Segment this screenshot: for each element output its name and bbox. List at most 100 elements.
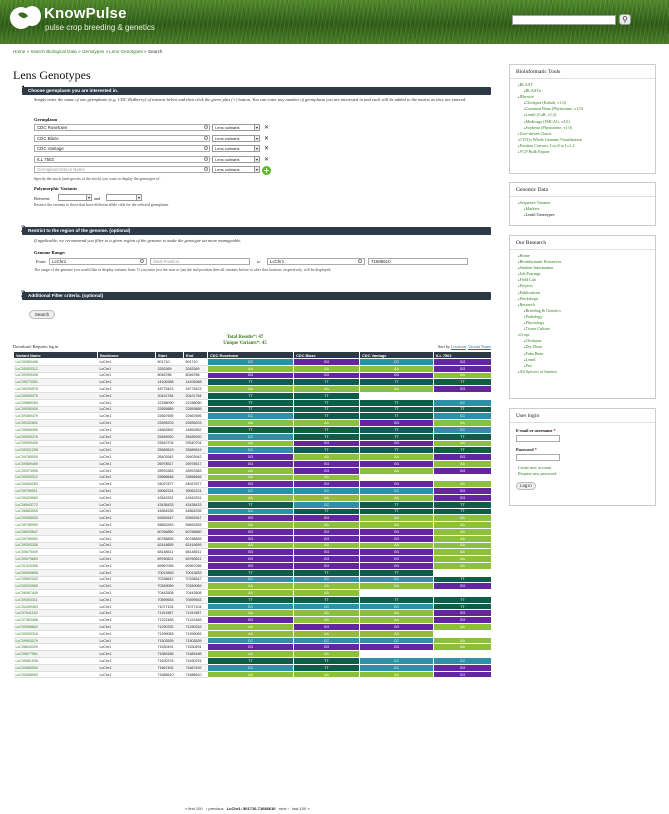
variant-name-link[interactable]: LcC09332692 (13, 419, 98, 427)
username-input[interactable] (516, 435, 560, 442)
variant-name-link[interactable]: LcC07063456 (13, 616, 98, 625)
site-search-button[interactable]: ⚲ (619, 14, 631, 25)
search-button[interactable]: Search (29, 310, 55, 319)
species-select[interactable]: Lens culinaris ▾ (212, 124, 260, 131)
variant-name-link[interactable]: LcC06929847 (13, 528, 98, 536)
login-button[interactable]: Log in (516, 482, 536, 490)
variant-name-link[interactable]: LcC09769962 (13, 535, 98, 543)
variant-name-link[interactable]: LcC09590406 (13, 440, 98, 448)
variant-name-link[interactable]: LcC09009376 (13, 433, 98, 441)
variant-name-link[interactable]: LcC09677961 (13, 650, 98, 659)
variant-name-link[interactable]: LcC09066499 (13, 426, 98, 434)
menu-item[interactable]: VCF Bulk Export (518, 149, 655, 155)
variant-name-link[interactable]: LcC09293565 (13, 582, 98, 591)
variant-cell: LcChr1 (97, 399, 156, 407)
menu-item[interactable]: All Species of Interest (518, 369, 655, 375)
variant-name-link[interactable]: LcC09393306 (13, 542, 98, 550)
variant-name-link[interactable]: LcC09393311 (13, 596, 98, 604)
new-species-select[interactable]: Lens culinaris ▾ (212, 166, 260, 173)
polymorphic-select-b[interactable]: ▾ (106, 194, 142, 201)
germplasm-input[interactable]: CDC Rosetown (34, 124, 210, 131)
sort-location-link[interactable]: Location (451, 344, 466, 349)
variant-name-link[interactable]: LcC09569459 (13, 460, 98, 468)
genotype-cell: CC (207, 663, 294, 672)
variant-name-link[interactable]: LcC08643309 (13, 643, 98, 652)
column-header[interactable]: Variant Name (13, 351, 98, 359)
germplasm-input[interactable]: ILL 7502 (34, 155, 210, 163)
variant-name-link[interactable]: LcC09369479 (13, 412, 98, 421)
variant-name-link[interactable]: LcC09409656 (13, 569, 98, 577)
variant-name-link[interactable]: LcC07941150 (13, 609, 98, 618)
site-name[interactable]: KnowPulse (44, 5, 127, 22)
menu-item[interactable]: Lentil Genotypes (518, 212, 655, 218)
variant-name-link[interactable]: LcC09321255 (13, 446, 98, 455)
variant-name-link[interactable]: LcC09084263 (13, 480, 98, 489)
sort-variant-link[interactable]: Variant Name (468, 344, 491, 349)
variant-name-link[interactable]: LcC09358602 (13, 623, 98, 631)
request-password-link[interactable]: Request new password (510, 471, 655, 477)
variant-name-link[interactable]: LcC09885354 (13, 399, 98, 407)
download-notice[interactable]: Download: Requires log in (13, 344, 58, 349)
column-header[interactable]: Start (155, 351, 184, 359)
start-position-input[interactable]: Start Position (150, 258, 250, 265)
variant-name-link[interactable]: LcC06067449 (13, 589, 98, 597)
pager-last[interactable]: last 100 » (292, 806, 309, 811)
variant-name-link[interactable]: LcC09079663 (13, 555, 98, 563)
variant-name-link[interactable]: LcC09295578 (13, 385, 98, 393)
knowpulse-logo-icon[interactable] (8, 4, 44, 34)
variant-name-link[interactable]: LcC09785000 (13, 453, 98, 461)
variant-name-link[interactable]: LcC09789999 (13, 521, 98, 529)
germplasm-input[interactable]: CDC Vantage (34, 145, 210, 152)
pager-previous[interactable]: ‹ previous (206, 806, 224, 811)
variant-name-link[interactable]: LcC09355932 (13, 514, 98, 523)
end-position-input[interactable]: 71686610 (368, 258, 468, 265)
new-germplasm-input[interactable]: Germplasm/Stock Name (34, 166, 210, 173)
variant-name-link[interactable]: LcC09789911 (13, 487, 98, 495)
add-germplasm-plus-button[interactable]: + (262, 166, 271, 175)
variant-name-link[interactable]: LcC00003312 (13, 474, 98, 482)
column-header[interactable]: End (183, 351, 208, 359)
remove-germplasm-icon[interactable]: ✕ (264, 124, 269, 131)
section-header-germplasm[interactable]: Choose germplasm you are interested in. (22, 87, 491, 95)
variant-name-link[interactable]: LcC09892002 (13, 576, 98, 584)
pager-first[interactable]: « first 100 (185, 806, 203, 811)
variant-name-link[interactable]: LcC09903079 (13, 637, 98, 645)
breadcrumb-item[interactable]: Genotypes (82, 49, 104, 54)
variant-name-link[interactable]: LcC09373955 (13, 467, 98, 475)
species-select[interactable]: Lens culinaris ▾ (212, 134, 260, 142)
variant-name-link[interactable]: LcC00068963 (13, 671, 98, 679)
section-header-region[interactable]: Restrict to the region of the genome. (o… (22, 227, 491, 235)
variant-name-link[interactable]: LcC04980500 (13, 664, 98, 672)
breadcrumb-item[interactable]: Search Biological Data (30, 49, 76, 54)
variant-name-link[interactable]: LcC09605475 (13, 392, 98, 400)
variant-name-link[interactable]: LcC09429983 (13, 494, 98, 502)
variant-name-link[interactable]: LcC00851538 (13, 657, 98, 665)
column-header[interactable]: Backbone (97, 351, 156, 359)
remove-germplasm-icon[interactable]: ✕ (264, 156, 269, 163)
remove-germplasm-icon[interactable]: ✕ (264, 135, 269, 142)
variant-name-link[interactable]: LcC06883595 (13, 508, 98, 516)
password-input[interactable] (516, 454, 560, 461)
polymorphic-select-a[interactable]: ▾ (58, 194, 92, 201)
variant-name-link[interactable]: LcC09050409 (13, 406, 98, 414)
variant-name-link[interactable]: LcC01315395 (13, 562, 98, 570)
variant-name-link[interactable]: LcC09393316 (13, 630, 98, 638)
breadcrumb-item[interactable]: Lens Genotypes (109, 49, 142, 54)
variant-name-link[interactable]: LcC09399408 (13, 372, 98, 380)
germplasm-input[interactable]: CDC Blaze (34, 134, 210, 142)
variant-name-link[interactable]: LcC09273351 (13, 378, 98, 387)
site-search-input[interactable] (512, 15, 616, 25)
species-select[interactable]: Lens culinaris ▾ (212, 145, 260, 152)
to-backbone-input[interactable]: LcChr1 (267, 258, 365, 265)
remove-germplasm-icon[interactable]: ✕ (264, 145, 269, 152)
section-header-filters[interactable]: Additional Filter criteria. (optional) (22, 292, 491, 300)
breadcrumb-item[interactable]: Home (13, 49, 25, 54)
variant-name-link[interactable]: LcC00003312 (13, 365, 98, 373)
variant-name-link[interactable]: LcC09369408 (13, 358, 98, 366)
variant-name-link[interactable]: LcC00675409 (13, 548, 98, 557)
from-backbone-input[interactable]: LcChr1 (49, 258, 147, 265)
variant-name-link[interactable]: LcC04269463 (13, 603, 98, 611)
species-select[interactable]: Lens culinaris ▾ (212, 155, 260, 163)
pager-next[interactable]: next › (279, 806, 289, 811)
variant-name-link[interactable]: LcC06943772 (13, 501, 98, 509)
